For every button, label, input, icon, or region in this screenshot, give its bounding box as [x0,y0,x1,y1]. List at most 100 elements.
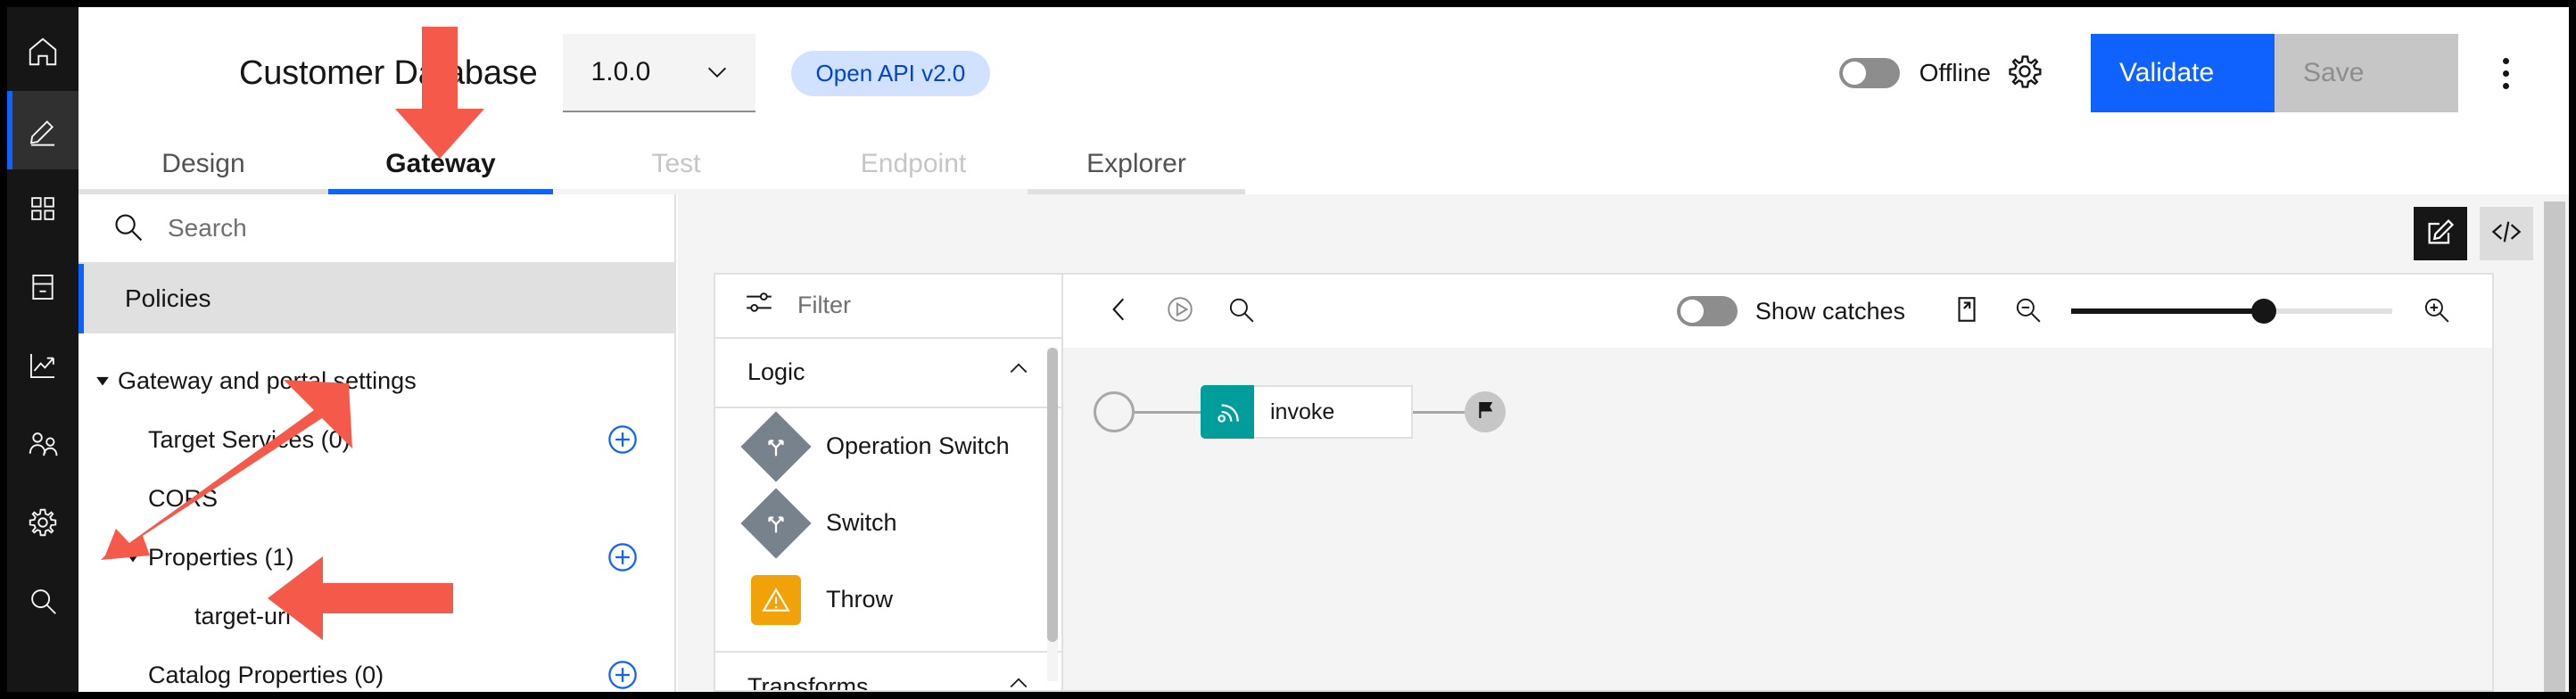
edit-document-icon [2424,216,2456,252]
page-scrollbar-track[interactable] [2540,194,2569,692]
palette-filter-input[interactable]: Filter [715,275,1061,339]
page-scrollbar-thumb[interactable] [2544,201,2565,692]
visual-editor-toggle[interactable] [2414,207,2467,260]
flow-node-chain: invoke [1094,385,1506,439]
palette-scroll-region: Logic Operation Switch Switch Throw Tran… [715,339,1061,690]
flow-connector [1413,410,1465,414]
assembly-canvas-area: Filter Logic Operation Switch Switch Thr… [678,194,2569,692]
nav-search-placeholder: Search [168,214,247,242]
fit-to-screen-button[interactable] [1941,285,1993,337]
palette-section-title: Transforms [747,673,869,690]
nav-item-policies[interactable]: Policies [78,264,674,333]
rail-item-catalog[interactable] [7,248,78,326]
sliders-icon [744,287,774,324]
chart-icon [26,349,60,382]
tree-item-label: Properties (1) [148,543,294,571]
flow-start-node[interactable] [1094,391,1135,432]
tree-item-target-url[interactable]: target-url [78,587,674,646]
page-title: Customer Database [239,53,538,92]
show-catches-group: Show catches [1676,296,1905,326]
toggle-knob [1680,300,1704,323]
tab-explorer[interactable]: Explorer [1028,139,1245,194]
palette-section-logic[interactable]: Logic [715,339,1061,408]
palette-section-title: Logic [747,358,805,386]
zoom-out-button[interactable] [2002,285,2053,337]
tree-item-cors[interactable]: CORS [78,469,674,528]
kebab-dot [2502,82,2509,89]
flow-editor: Show catches invoke [1063,275,2492,690]
tree-item-gateway-and-portal-settings[interactable]: Gateway and portal settings [78,351,674,410]
chevron-up-icon[interactable] [1006,357,1031,388]
rail-item-settings[interactable] [7,483,78,562]
palette-item-throw[interactable]: Throw [715,562,1061,638]
branch-icon [740,411,812,482]
kebab-dot [2502,57,2509,64]
tab-design[interactable]: Design [78,139,328,194]
search-icon [1226,294,1256,329]
add-catalog-property-icon[interactable] [607,659,639,691]
flow-back-button[interactable] [1094,285,1145,337]
palette-item-label: Switch [826,509,897,537]
save-button[interactable]: Save [2275,34,2458,112]
rail-item-analytics[interactable] [7,326,78,405]
chevron-up-icon[interactable] [1006,671,1031,690]
tree-item-properties[interactable]: Properties (1) [78,528,674,587]
flow-end-node[interactable] [1465,391,1506,432]
add-property-icon[interactable] [607,541,639,573]
rail-item-search[interactable] [7,562,78,640]
assembly-workspace: Filter Logic Operation Switch Switch Thr… [714,273,2494,692]
zoom-in-icon [2421,294,2451,329]
chevron-left-icon [1104,294,1135,329]
warning-icon [751,574,801,625]
toggle-knob [1842,62,1866,85]
offline-toggle-group: Offline [1838,58,1991,88]
server-icon [26,270,60,304]
flow-canvas[interactable]: invoke [1063,348,2492,690]
code-icon [2490,216,2522,252]
rail-item-apps[interactable] [7,169,78,248]
rail-item-home[interactable] [7,12,78,91]
fit-to-screen-icon [1952,294,1982,329]
zoom-controls [2002,285,2462,337]
broadcast-icon [1201,385,1254,439]
zoom-slider[interactable] [2071,298,2392,325]
app-window: Customer Database 1.0.0 Open API v2.0 Of… [0,0,2576,699]
offline-label: Offline [1919,59,1991,86]
palette-item-switch[interactable]: Switch [715,485,1061,562]
tree-item-label: CORS [148,484,219,512]
flow-run-button[interactable] [1154,285,1206,337]
tab-endpoint[interactable]: Endpoint [799,139,1028,194]
zoom-in-button[interactable] [2410,285,2462,337]
tree-item-label: target-url [194,602,292,629]
tree-item-label: Catalog Properties (0) [148,661,384,688]
chevron-down-icon [704,59,731,86]
tree-item-target-services[interactable]: Target Services (0) [78,410,674,469]
zoom-slider-thumb[interactable] [2251,299,2276,324]
flow-search-button[interactable] [1215,285,1267,337]
version-select[interactable]: 1.0.0 [562,34,755,112]
header-settings-button[interactable] [2000,48,2050,98]
gear-icon [2006,53,2043,95]
rail-item-members[interactable] [7,405,78,483]
source-editor-toggle[interactable] [2480,207,2533,260]
tree-item-label: Gateway and portal settings [118,366,417,394]
chevron-down-icon[interactable] [118,547,148,567]
tab-gateway[interactable]: Gateway [328,139,553,194]
add-target-service-icon[interactable] [607,424,639,456]
invoke-node[interactable]: invoke [1201,385,1413,439]
chevron-down-icon[interactable] [87,371,118,391]
offline-toggle[interactable] [1838,58,1900,88]
nav-search-input[interactable]: Search [78,194,674,264]
tab-test[interactable]: Test [553,139,799,194]
show-catches-toggle[interactable] [1676,296,1738,326]
policies-nav-panel: Search Policies Gateway and portal setti… [78,194,676,692]
header-overflow-menu[interactable] [2474,34,2537,112]
palette-section-transforms[interactable]: Transforms [715,653,1061,690]
tree-item-catalog-properties[interactable]: Catalog Properties (0) [78,646,674,692]
main-tabs: Design Gateway Test Endpoint Explorer [78,139,2569,194]
palette-scrollbar-thumb[interactable] [1047,347,1058,642]
rail-item-design[interactable] [7,91,78,169]
palette-item-operation-switch[interactable]: Operation Switch [715,408,1061,485]
validate-button[interactable]: Validate [2091,34,2275,112]
api-spec-tag[interactable]: Open API v2.0 [790,50,991,96]
